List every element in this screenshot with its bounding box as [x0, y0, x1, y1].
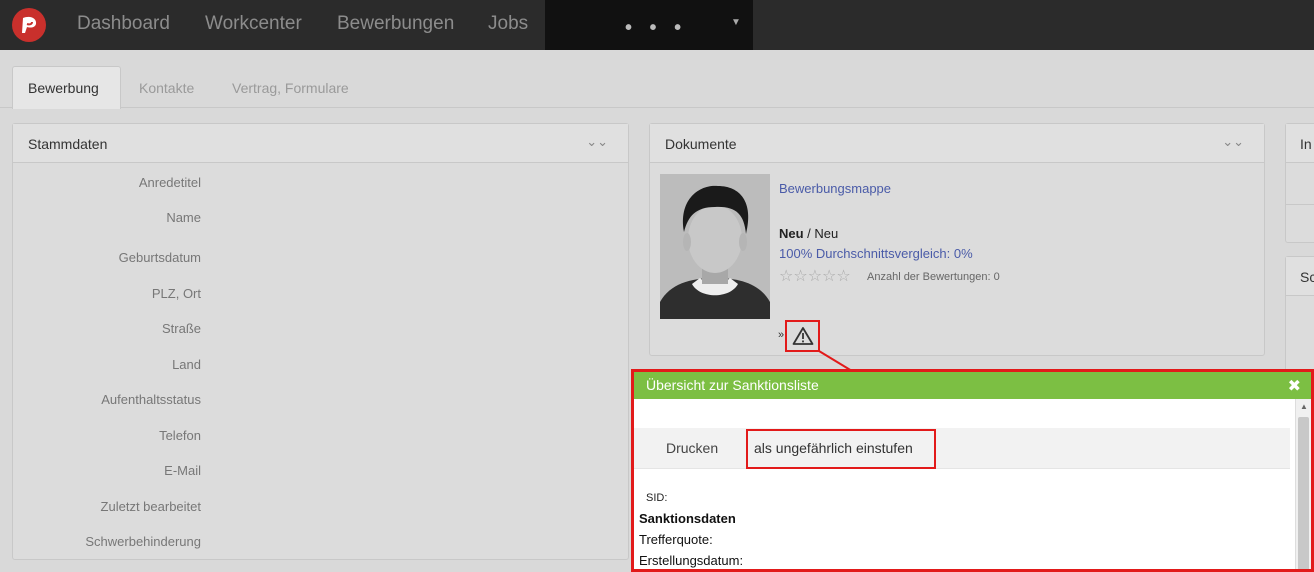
sid-label: SID: [646, 492, 668, 504]
caret-down-icon: ▼ [731, 17, 741, 28]
tab-kontakte[interactable]: Kontakte [139, 80, 194, 96]
label-aufenthaltsstatus: Aufenthaltsstatus [101, 392, 201, 407]
nav-workcenter[interactable]: Workcenter [205, 13, 302, 35]
label-geburtsdatum: Geburtsdatum [118, 250, 201, 265]
label-land: Land [172, 357, 201, 372]
document-status: Neu / Neu [779, 226, 838, 241]
status-bold: Neu [779, 226, 804, 241]
stammdaten-panel: Stammdaten ⌄⌄ Anredetitel Name Geburtsda… [12, 123, 629, 560]
modal-toolbar: Drucken als ungefährlich einstufen [634, 428, 1290, 469]
nav-jobs[interactable]: Jobs [488, 13, 528, 35]
stammdaten-title: Stammdaten [28, 136, 108, 152]
rating-count: Anzahl der Bewertungen: 0 [867, 271, 1000, 283]
collapse-icon[interactable]: ⌄⌄ [1222, 134, 1244, 150]
dokumente-panel: Dokumente ⌄⌄ Bewerbungsmappe Neu / Neu 1… [649, 123, 1265, 356]
modal-title: Übersicht zur Sanktionsliste [646, 377, 819, 393]
tab-bar: Bewerbung Kontakte Vertrag, Formulare [0, 50, 1314, 109]
rating-stars[interactable]: ☆☆☆☆☆ [779, 266, 851, 286]
print-button[interactable]: Drucken [666, 440, 718, 456]
status-rest: / Neu [803, 226, 839, 241]
avatar-placeholder-icon [660, 174, 770, 319]
right-panel-top: In [1285, 123, 1314, 243]
tab-vertrag-formulare[interactable]: Vertrag, Formulare [232, 80, 349, 96]
trefferquote-label: Trefferquote: [639, 532, 713, 547]
sanction-warning-button[interactable] [785, 320, 820, 352]
label-email: E-Mail [164, 463, 201, 478]
logo-icon [22, 16, 37, 33]
sanctions-modal: Übersicht zur Sanktionsliste ✖ Drucken a… [631, 369, 1314, 572]
divider [1286, 204, 1314, 205]
bewerbungsmappe-link[interactable]: Bewerbungsmappe [779, 181, 891, 196]
nav-bewerbungen[interactable]: Bewerbungen [337, 13, 454, 35]
modal-header: Übersicht zur Sanktionsliste ✖ [634, 372, 1311, 399]
erstellungsdatum-label: Erstellungsdatum: [639, 553, 744, 568]
app-logo[interactable] [12, 8, 46, 42]
warning-icon [792, 327, 813, 345]
right-panel-bottom-header: Sc [1286, 257, 1314, 296]
nav-dashboard[interactable]: Dashboard [77, 13, 170, 35]
tab-bewerbung[interactable]: Bewerbung [12, 66, 121, 109]
label-strasse: Straße [161, 321, 201, 336]
top-navbar: Dashboard Workcenter Bewerbungen Jobs • … [0, 0, 1314, 50]
label-name: Name [166, 210, 201, 225]
nav-more-dropdown[interactable]: • • • ▼ [545, 0, 753, 50]
right-panel-top-header: In [1286, 124, 1314, 163]
scrollbar-thumb[interactable] [1298, 417, 1309, 569]
stammdaten-header: Stammdaten ⌄⌄ [13, 124, 628, 163]
dokumente-header: Dokumente ⌄⌄ [650, 124, 1264, 163]
label-schwerbehinderung: Schwerbehinderung [85, 534, 201, 549]
label-zuletzt-bearbeitet: Zuletzt bearbeitet [100, 499, 201, 514]
modal-scrollbar[interactable]: ▲ [1295, 399, 1311, 569]
collapse-icon[interactable]: ⌄⌄ [586, 134, 608, 150]
label-plz-ort: PLZ, Ort [151, 286, 201, 301]
dokumente-title: Dokumente [665, 136, 737, 152]
mark-safe-button[interactable]: als ungefährlich einstufen [746, 429, 936, 469]
average-comparison: 100% Durchschnittsvergleich: 0% [779, 246, 973, 261]
scroll-up-icon[interactable]: ▲ [1300, 402, 1308, 411]
applicant-avatar [660, 174, 770, 319]
close-icon[interactable]: ✖ [1288, 376, 1301, 396]
label-telefon: Telefon [159, 428, 201, 443]
label-anredetitel: Anredetitel [138, 175, 201, 190]
sanktionsdaten-heading: Sanktionsdaten [639, 511, 736, 526]
raquo-marker: » [778, 329, 785, 341]
more-dots: • • • [625, 17, 688, 39]
